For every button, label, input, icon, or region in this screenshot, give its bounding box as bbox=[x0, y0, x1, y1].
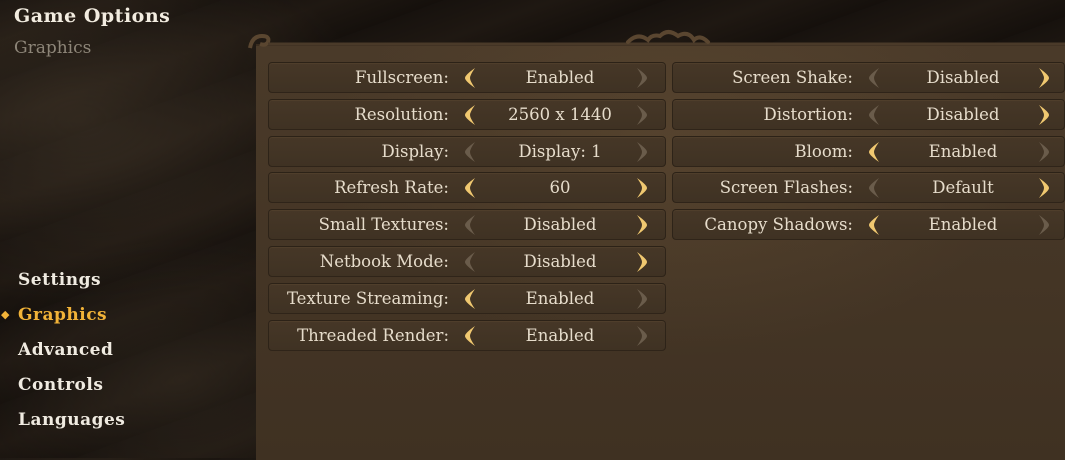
chevron-right-icon[interactable] bbox=[631, 177, 651, 199]
chevron-right-icon[interactable] bbox=[1033, 67, 1053, 89]
option-label: Refresh Rate: bbox=[334, 178, 449, 198]
option-value: Enabled bbox=[928, 141, 998, 161]
chevron-left-icon[interactable] bbox=[461, 325, 481, 347]
nav-item-controls[interactable]: Controls bbox=[0, 371, 125, 406]
option-value: Enabled bbox=[525, 288, 595, 308]
option-value: Enabled bbox=[525, 325, 595, 345]
chevron-right-icon[interactable] bbox=[631, 251, 651, 273]
option-value: 60 bbox=[549, 178, 571, 198]
option-value: Enabled bbox=[525, 68, 595, 87]
chevron-left-icon[interactable] bbox=[865, 141, 885, 163]
option-row-screen-flashes: Screen Flashes: Default bbox=[672, 172, 1065, 204]
nav-item-label: Advanced bbox=[18, 340, 114, 360]
sidebar-nav: Settings ◆ Graphics Advanced Controls Lan… bbox=[0, 266, 125, 441]
nav-item-label: Graphics bbox=[18, 305, 108, 325]
option-label: Fullscreen: bbox=[355, 68, 449, 87]
option-row-refresh-rate: Refresh Rate: 60 bbox=[268, 172, 666, 204]
chevron-right-icon[interactable] bbox=[631, 288, 651, 310]
option-row-texture-streaming: Texture Streaming: Enabled bbox=[268, 282, 666, 314]
chevron-left-icon[interactable] bbox=[865, 177, 885, 199]
option-row-bloom: Bloom: Enabled bbox=[672, 135, 1065, 167]
chevron-left-icon[interactable] bbox=[461, 67, 481, 89]
option-row-small-textures: Small Textures: Disabled bbox=[268, 209, 666, 241]
chevron-left-icon[interactable] bbox=[461, 104, 481, 126]
option-row-resolution: Resolution: 2560 x 1440 bbox=[268, 98, 666, 130]
nav-item-label: Settings bbox=[18, 270, 102, 290]
option-value: Enabled bbox=[928, 215, 998, 235]
option-row-display: Display: Display: 1 bbox=[268, 135, 666, 167]
option-value: Disabled bbox=[926, 104, 1000, 124]
option-value: Disabled bbox=[523, 215, 597, 235]
chevron-right-icon[interactable] bbox=[631, 104, 651, 126]
option-row-canopy-shadows: Canopy Shadows: Enabled bbox=[672, 209, 1065, 241]
option-label: Small Textures: bbox=[318, 215, 449, 235]
option-label: Screen Shake: bbox=[732, 68, 853, 87]
option-value: Default bbox=[932, 178, 994, 198]
chevron-left-icon[interactable] bbox=[461, 288, 481, 310]
option-value: Disabled bbox=[523, 252, 597, 271]
chevron-left-icon[interactable] bbox=[865, 104, 885, 126]
nav-item-graphics[interactable]: ◆ Graphics bbox=[0, 301, 125, 336]
chevron-left-icon[interactable] bbox=[865, 67, 885, 89]
option-label: Netbook Mode: bbox=[319, 252, 449, 271]
chevron-right-icon[interactable] bbox=[1033, 141, 1053, 163]
chevron-left-icon[interactable] bbox=[461, 141, 481, 163]
chevron-right-icon[interactable] bbox=[1033, 104, 1053, 126]
option-label: Screen Flashes: bbox=[719, 178, 853, 198]
chevron-right-icon[interactable] bbox=[631, 141, 651, 163]
option-label: Resolution: bbox=[354, 104, 449, 124]
chevron-left-icon[interactable] bbox=[461, 251, 481, 273]
option-value: Disabled bbox=[926, 68, 1000, 87]
chevron-left-icon[interactable] bbox=[461, 177, 481, 199]
option-label: Threaded Render: bbox=[297, 325, 449, 345]
option-row-fullscreen: Fullscreen: Enabled bbox=[268, 62, 666, 93]
option-label: Canopy Shadows: bbox=[704, 215, 853, 235]
option-label: Distortion: bbox=[763, 104, 853, 124]
option-row-screen-shake: Screen Shake: Disabled bbox=[672, 62, 1065, 93]
nav-item-languages[interactable]: Languages bbox=[0, 406, 125, 441]
panel-ornament bbox=[248, 30, 1065, 49]
option-value: Display: 1 bbox=[518, 141, 602, 161]
nav-item-advanced[interactable]: Advanced bbox=[0, 336, 125, 371]
option-row-distortion: Distortion: Disabled bbox=[672, 98, 1065, 130]
chevron-right-icon[interactable] bbox=[631, 67, 651, 89]
chevron-left-icon[interactable] bbox=[461, 214, 481, 236]
chevron-left-icon[interactable] bbox=[865, 214, 885, 236]
nav-item-settings[interactable]: Settings bbox=[0, 266, 125, 301]
chevron-right-icon[interactable] bbox=[1033, 177, 1053, 199]
option-row-netbook-mode: Netbook Mode: Disabled bbox=[268, 246, 666, 277]
diamond-icon: ◆ bbox=[1, 308, 10, 321]
option-label: Display: bbox=[381, 141, 449, 161]
nav-item-label: Controls bbox=[18, 375, 104, 395]
chevron-right-icon[interactable] bbox=[631, 214, 651, 236]
chevron-right-icon[interactable] bbox=[631, 325, 651, 347]
option-value: 2560 x 1440 bbox=[508, 104, 612, 124]
nav-item-label: Languages bbox=[18, 410, 126, 430]
subtitle: Graphics bbox=[14, 38, 92, 58]
option-row-threaded-render: Threaded Render: Enabled bbox=[268, 319, 666, 351]
option-label: Bloom: bbox=[794, 141, 853, 161]
option-label: Texture Streaming: bbox=[286, 288, 449, 308]
chevron-right-icon[interactable] bbox=[1033, 214, 1053, 236]
title: Game Options bbox=[14, 5, 171, 27]
